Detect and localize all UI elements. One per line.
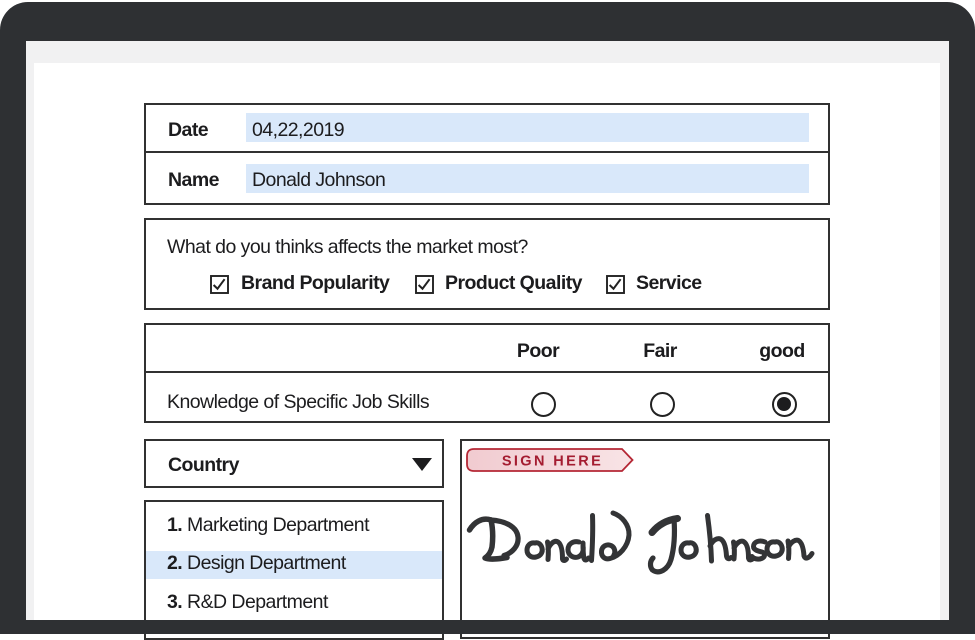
svg-text:SIGN HERE: SIGN HERE [502, 453, 603, 469]
